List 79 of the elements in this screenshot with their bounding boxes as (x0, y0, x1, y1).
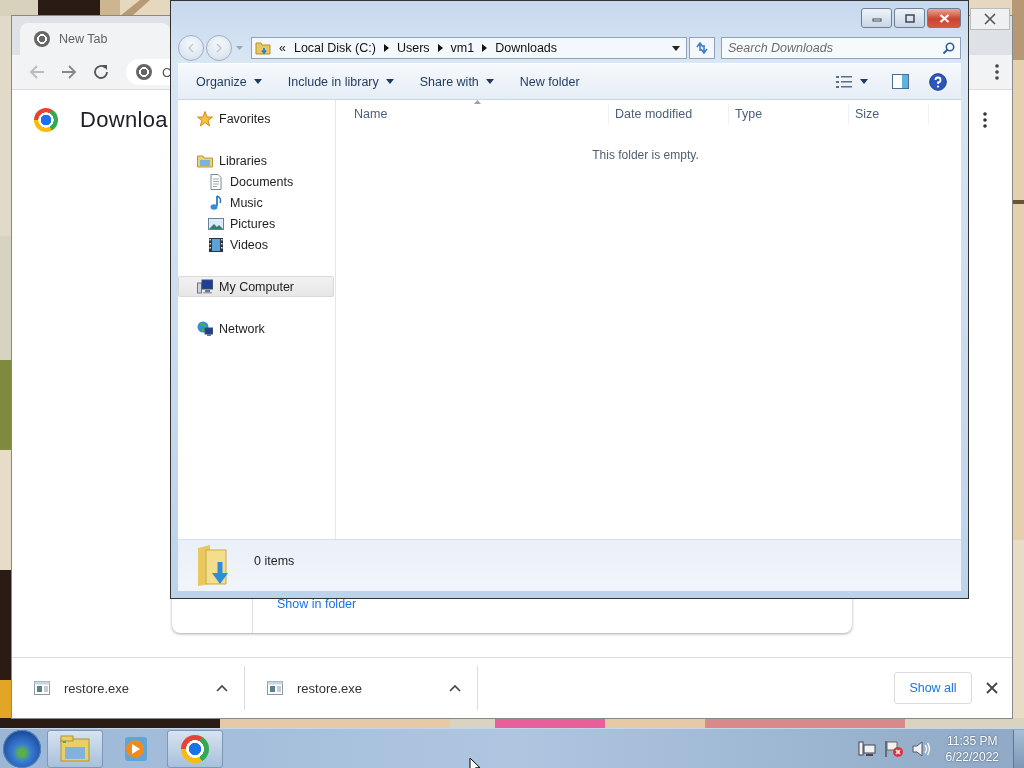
close-icon (938, 13, 950, 23)
empty-folder-message: This folder is empty. (591, 148, 700, 162)
caret-icon (485, 79, 494, 84)
breadcrumb[interactable]: Users (396, 41, 430, 55)
navigation-item[interactable]: Libraries (178, 150, 334, 171)
folder-icon (59, 732, 91, 765)
music-note-icon (208, 194, 224, 211)
breadcrumb[interactable]: Downloads (495, 41, 558, 55)
navigation-item[interactable]: Documents (178, 171, 334, 192)
browser-tab[interactable]: New Tab (20, 23, 170, 55)
chevron-up-icon[interactable] (449, 684, 461, 692)
toolbar-button[interactable]: Include in library (277, 68, 404, 95)
network-icon[interactable] (857, 739, 876, 758)
forward-icon[interactable] (60, 63, 78, 81)
show-in-folder-link[interactable]: Show in folder (277, 597, 357, 611)
dropdown-icon[interactable] (860, 79, 868, 84)
breadcrumb[interactable]: Local Disk (C:) (293, 41, 376, 55)
navigation-item[interactable]: My Computer (178, 276, 334, 297)
speaker-icon[interactable] (911, 740, 932, 757)
close-icon[interactable] (986, 682, 998, 694)
taskbar-button[interactable] (167, 729, 223, 768)
file-icon (267, 681, 283, 695)
navigation-item[interactable]: Favorites (178, 108, 334, 129)
maximize-icon (904, 13, 915, 23)
close-button[interactable] (970, 8, 1010, 30)
refresh-icon (695, 42, 709, 54)
address-field[interactable]: « Local Disk (C:) Users vm1 Downloads (251, 37, 687, 59)
start-button[interactable] (3, 729, 41, 768)
caret-icon (253, 79, 262, 84)
minimize-button[interactable] (861, 8, 892, 28)
computer-icon (197, 278, 213, 295)
film-icon (208, 236, 224, 253)
menu-icon[interactable] (982, 111, 988, 129)
refresh-button[interactable] (689, 37, 715, 59)
search-icon[interactable] (942, 42, 955, 55)
chevron-up-icon[interactable] (216, 684, 228, 692)
page-title: Downloa (80, 107, 168, 133)
sort-arrow-icon (474, 100, 481, 104)
view-options-icon[interactable] (836, 75, 852, 88)
preview-pane-icon[interactable] (892, 74, 909, 89)
maximize-button[interactable] (894, 8, 925, 28)
document-icon (208, 173, 224, 190)
navigation-item[interactable]: Videos (178, 234, 334, 255)
column-header[interactable]: Date modified (609, 104, 729, 124)
file-name[interactable]: restore.exe (64, 680, 130, 696)
column-header[interactable]: Type (729, 104, 849, 124)
picture-icon (208, 215, 224, 232)
breadcrumb-arrow-icon[interactable] (482, 44, 488, 52)
breadcrumb-overflow[interactable]: « (279, 41, 286, 55)
item-count: 0 items (254, 554, 295, 568)
search-field[interactable]: Search Downloads (721, 37, 961, 59)
network-icon (197, 320, 213, 337)
navigation-item[interactable]: Network (178, 318, 334, 339)
navigation-item[interactable]: Pictures (178, 213, 334, 234)
menu-icon[interactable] (994, 63, 1000, 81)
show-all-button[interactable]: Show all (894, 672, 972, 704)
flag-icon[interactable] (883, 739, 904, 758)
library-folder-icon (197, 152, 213, 169)
reload-icon[interactable] (92, 63, 110, 81)
close-icon (984, 13, 996, 25)
address-bar[interactable]: C (126, 59, 170, 85)
help-icon[interactable] (929, 72, 947, 91)
column-header[interactable]: Name (336, 104, 609, 124)
toolbar-button[interactable]: Organize (186, 68, 272, 95)
caret-icon (385, 79, 394, 84)
file-icon (34, 681, 50, 695)
breadcrumb-arrow-icon[interactable] (383, 44, 389, 52)
file-name[interactable]: restore.exe (297, 680, 363, 696)
toolbar-button[interactable]: Share with (409, 68, 504, 95)
column-header[interactable]: Size (849, 104, 929, 124)
breadcrumb[interactable]: vm1 (450, 41, 475, 55)
breadcrumb-arrow-icon[interactable] (437, 44, 443, 52)
star-icon (197, 110, 213, 127)
navigation-item[interactable]: Music (178, 192, 334, 213)
chrome-logo-icon (34, 108, 58, 132)
close-button[interactable] (927, 8, 961, 28)
dropdown-icon[interactable] (672, 45, 680, 51)
toolbar-button[interactable]: New folder (509, 68, 590, 95)
folder-icon (255, 40, 271, 56)
